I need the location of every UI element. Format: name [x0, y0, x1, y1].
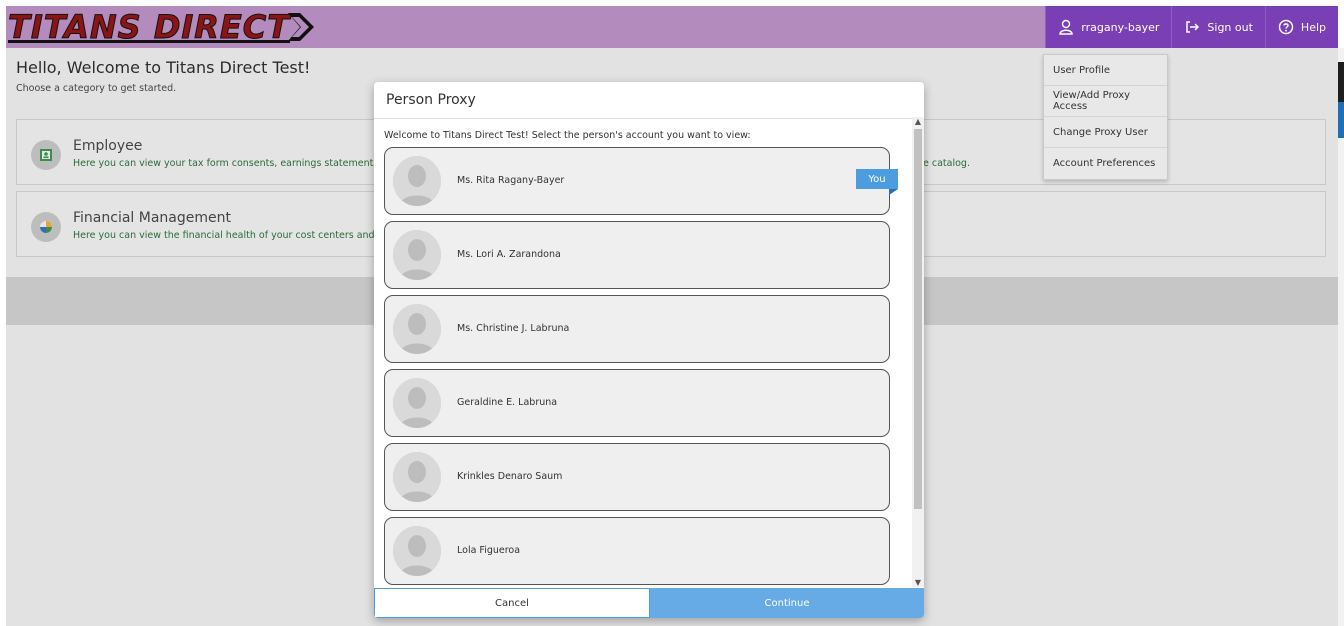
person-card[interactable]: Krinkles Denaro Saum: [384, 443, 890, 511]
person-name: Geraldine E. Labruna: [457, 397, 558, 408]
menu-item-view-add-proxy-access[interactable]: View/Add Proxy Access: [1044, 86, 1167, 117]
category-description: Here you can view the financial health o…: [73, 230, 384, 241]
titans-direct-logo[interactable]: TITANS DIRECT: [6, 6, 316, 48]
person-proxy-dialog: Person Proxy Welcome to Titans Direct Te…: [374, 82, 924, 618]
dialog-instructions: Welcome to Titans Direct Test! Select th…: [384, 130, 751, 141]
avatar-placeholder-icon: [393, 378, 441, 428]
scroll-thumb[interactable]: [914, 129, 922, 509]
page-title: Hello, Welcome to Titans Direct Test!: [16, 58, 311, 77]
avatar-placeholder-icon: [393, 526, 441, 576]
page-subtitle: Choose a category to get started.: [16, 83, 177, 94]
avatar-placeholder-icon: [393, 304, 441, 354]
logo-arrow-icon: [288, 13, 315, 41]
person-list: Ms. Rita Ragany-Bayer You Ms. Lori A. Za…: [384, 147, 898, 591]
welcome-section: Hello, Welcome to Titans Direct Test! Ch…: [16, 58, 310, 94]
avatar-placeholder-icon: [393, 156, 441, 206]
person-card[interactable]: Ms. Lori A. Zarandona: [384, 221, 890, 289]
person-card[interactable]: Ms. Rita Ragany-Bayer You: [384, 147, 898, 215]
dialog-title: Person Proxy: [386, 92, 476, 108]
edge-bar-dark: [1338, 62, 1344, 102]
sign-out-button[interactable]: Sign out: [1171, 6, 1265, 48]
help-button[interactable]: Help: [1264, 6, 1338, 48]
person-card[interactable]: Lola Figueroa: [384, 517, 890, 585]
avatar-placeholder-icon: [393, 230, 441, 280]
continue-button[interactable]: Continue: [650, 588, 924, 618]
sign-out-icon: [1186, 21, 1200, 33]
person-name: Krinkles Denaro Saum: [457, 471, 563, 482]
help-label: Help: [1300, 20, 1326, 34]
edge-bar-blue: [1338, 102, 1344, 138]
window-edge: [1338, 48, 1344, 626]
menu-item-change-proxy-user[interactable]: Change Proxy User: [1044, 117, 1167, 148]
you-badge-fold: [889, 189, 898, 195]
person-card[interactable]: Geraldine E. Labruna: [384, 369, 890, 437]
you-badge: You: [856, 169, 898, 189]
category-title: Financial Management: [73, 210, 231, 226]
person-name: Lola Figueroa: [457, 545, 521, 556]
employee-icon: [31, 140, 61, 170]
category-description: Here you can view your tax form consents…: [73, 158, 382, 169]
user-icon: [1059, 19, 1074, 35]
dialog-footer: Cancel Continue: [374, 588, 924, 618]
user-menu-button[interactable]: rragany-bayer: [1045, 6, 1172, 48]
dialog-divider: [374, 118, 924, 119]
app-header: TITANS DIRECT rragany-bayer Sign out Hel…: [6, 6, 1338, 48]
financial-icon: [31, 212, 61, 242]
menu-item-account-preferences[interactable]: Account Preferences: [1044, 148, 1167, 179]
user-menu-label: rragany-bayer: [1081, 20, 1160, 34]
person-name: Ms. Rita Ragany-Bayer: [457, 175, 565, 186]
header-actions: rragany-bayer Sign out Help: [1045, 6, 1338, 48]
logo-text: TITANS DIRECT: [7, 8, 291, 47]
category-title: Employee: [73, 138, 143, 154]
scroll-down-icon[interactable]: ▼: [914, 578, 922, 587]
help-icon: [1278, 19, 1294, 35]
person-card[interactable]: Ms. Christine J. Labruna: [384, 295, 890, 363]
sign-out-label: Sign out: [1207, 20, 1253, 34]
person-name: Ms. Christine J. Labruna: [457, 323, 570, 334]
scroll-up-icon[interactable]: ▲: [914, 117, 922, 126]
cancel-button[interactable]: Cancel: [374, 588, 650, 618]
menu-item-user-profile[interactable]: User Profile: [1044, 55, 1167, 86]
dialog-scrollbar[interactable]: ▲ ▼: [912, 117, 924, 587]
category-description-tail: e catalog.: [923, 158, 970, 169]
user-dropdown-menu: User Profile View/Add Proxy Access Chang…: [1043, 54, 1168, 180]
avatar-placeholder-icon: [393, 452, 441, 502]
person-name: Ms. Lori A. Zarandona: [457, 249, 561, 260]
